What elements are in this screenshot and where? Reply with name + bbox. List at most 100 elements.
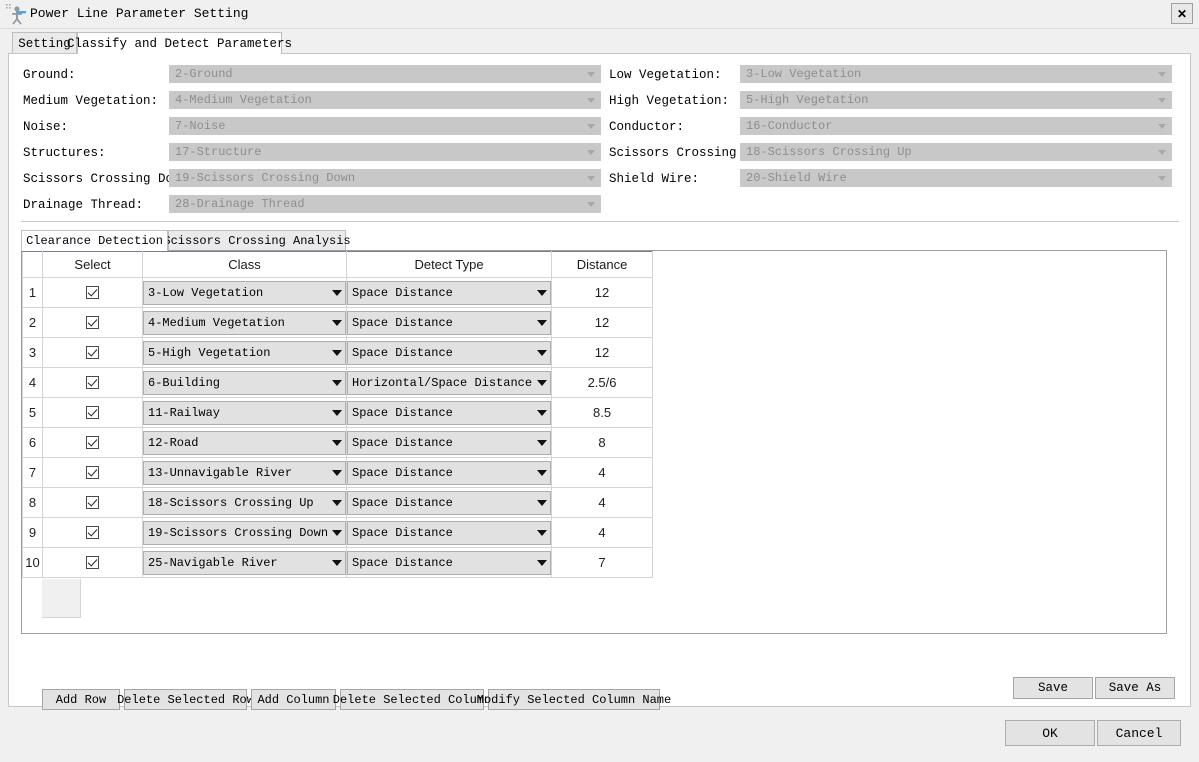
combo-shield-wire[interactable]: 20-Shield Wire [740, 169, 1172, 187]
column-header-detect-type[interactable]: Detect Type [346, 251, 553, 278]
distance-cell[interactable]: 4 [551, 487, 654, 518]
select-checkbox[interactable] [86, 435, 99, 449]
class-cell[interactable]: 11-Railway [141, 397, 348, 428]
cancel-button[interactable]: Cancel [1097, 720, 1181, 746]
save-as-button[interactable]: Save As [1095, 677, 1175, 699]
table-corner-header[interactable] [22, 251, 43, 278]
class-combo[interactable]: 18-Scissors Crossing Up [143, 490, 347, 515]
detect-type-combo[interactable]: Space Distance [347, 430, 552, 455]
class-cell[interactable]: 5-High Vegetation [141, 337, 348, 368]
combo-drainage-thread[interactable]: 28-Drainage Thread [169, 195, 601, 213]
class-cell[interactable]: 18-Scissors Crossing Up [141, 487, 348, 518]
close-icon[interactable]: ✕ [1171, 3, 1193, 24]
select-checkbox-cell[interactable] [42, 277, 143, 308]
tab-clearance-detection[interactable]: Clearance Detection [21, 230, 168, 251]
row-header[interactable]: 3 [22, 337, 43, 368]
class-combo[interactable]: 13-Unnavigable River [143, 460, 347, 485]
table-row[interactable]: 1 3-Low Vegetation Space Distance 12 [22, 277, 654, 308]
class-cell[interactable]: 3-Low Vegetation [141, 277, 348, 308]
class-combo[interactable]: 3-Low Vegetation [143, 280, 347, 305]
select-checkbox-cell[interactable] [42, 307, 143, 338]
detect-type-cell[interactable]: Space Distance [346, 547, 553, 578]
detect-type-cell[interactable]: Space Distance [346, 427, 553, 458]
combo-noise[interactable]: 7-Noise [169, 117, 601, 135]
detect-type-combo[interactable]: Space Distance [347, 550, 552, 575]
class-combo[interactable]: 5-High Vegetation [143, 340, 347, 365]
distance-cell[interactable]: 4 [551, 457, 654, 488]
select-checkbox[interactable] [86, 375, 99, 389]
class-cell[interactable]: 19-Scissors Crossing Down [141, 517, 348, 548]
select-checkbox[interactable] [86, 315, 99, 329]
select-checkbox[interactable] [86, 555, 99, 569]
table-row[interactable]: 7 13-Unnavigable River Space Distance 4 [22, 457, 654, 488]
select-checkbox[interactable] [86, 405, 99, 419]
class-cell[interactable]: 13-Unnavigable River [141, 457, 348, 488]
select-checkbox-cell[interactable] [42, 337, 143, 368]
combo-structures[interactable]: 17-Structure [169, 143, 601, 161]
distance-cell[interactable]: 12 [551, 277, 654, 308]
row-header[interactable]: 1 [22, 277, 43, 308]
column-header-select[interactable]: Select [42, 251, 143, 278]
combo-ground[interactable]: 2-Ground [169, 65, 601, 83]
select-checkbox[interactable] [86, 285, 99, 299]
table-row[interactable]: 5 11-Railway Space Distance 8.5 [22, 397, 654, 428]
detect-type-cell[interactable]: Space Distance [346, 457, 553, 488]
distance-cell[interactable]: 4 [551, 517, 654, 548]
select-checkbox[interactable] [86, 525, 99, 539]
detect-type-combo[interactable]: Space Distance [347, 490, 552, 515]
combo-low-vegetation[interactable]: 3-Low Vegetation [740, 65, 1172, 83]
distance-cell[interactable]: 12 [551, 337, 654, 368]
select-checkbox-cell[interactable] [42, 517, 143, 548]
table-row[interactable]: 3 5-High Vegetation Space Distance 12 [22, 337, 654, 368]
delete-selected-column-button[interactable]: Delete Selected Column [333, 689, 491, 710]
combo-medium-vegetation[interactable]: 4-Medium Vegetation [169, 91, 601, 109]
table-row[interactable]: 2 4-Medium Vegetation Space Distance 12 [22, 307, 654, 338]
distance-cell[interactable]: 2.5/6 [551, 367, 654, 398]
class-cell[interactable]: 12-Road [141, 427, 348, 458]
class-combo[interactable]: 6-Building [143, 370, 347, 395]
class-cell[interactable]: 4-Medium Vegetation [141, 307, 348, 338]
detect-type-cell[interactable]: Space Distance [346, 277, 553, 308]
combo-high-vegetation[interactable]: 5-High Vegetation [740, 91, 1172, 109]
detect-type-cell[interactable]: Space Distance [346, 397, 553, 428]
distance-cell[interactable]: 8.5 [551, 397, 654, 428]
combo-scissors-crossing-down[interactable]: 19-Scissors Crossing Down [169, 169, 601, 187]
select-checkbox-cell[interactable] [42, 427, 143, 458]
table-row[interactable]: 9 19-Scissors Crossing Down Space Distan… [22, 517, 654, 548]
row-header[interactable]: 2 [22, 307, 43, 338]
delete-selected-row-button[interactable]: Delete Selected Row [117, 689, 254, 710]
detect-type-combo[interactable]: Horizontal/Space Distance [347, 370, 552, 395]
column-header-class[interactable]: Class [141, 251, 348, 278]
class-combo[interactable]: 4-Medium Vegetation [143, 310, 347, 335]
modify-selected-column-name-button[interactable]: Modify Selected Column Name [477, 689, 671, 710]
select-checkbox[interactable] [86, 465, 99, 479]
distance-cell[interactable]: 12 [551, 307, 654, 338]
select-checkbox-cell[interactable] [42, 397, 143, 428]
class-combo[interactable]: 11-Railway [143, 400, 347, 425]
class-combo[interactable]: 19-Scissors Crossing Down [143, 520, 347, 545]
row-header[interactable]: 5 [22, 397, 43, 428]
select-checkbox-cell[interactable] [42, 487, 143, 518]
class-combo[interactable]: 25-Navigable River [143, 550, 347, 575]
table-row[interactable]: 4 6-Building Horizontal/Space Distance 2… [22, 367, 654, 398]
detect-type-combo[interactable]: Space Distance [347, 280, 552, 305]
row-header[interactable]: 8 [22, 487, 43, 518]
table-row[interactable]: 8 18-Scissors Crossing Up Space Distance [22, 487, 654, 518]
table-new-row-strip[interactable] [42, 579, 81, 618]
combo-conductor[interactable]: 16-Conductor [740, 117, 1172, 135]
detect-type-combo[interactable]: Space Distance [347, 400, 552, 425]
select-checkbox-cell[interactable] [42, 547, 143, 578]
detect-type-combo[interactable]: Space Distance [347, 340, 552, 365]
distance-cell[interactable]: 8 [551, 427, 654, 458]
distance-cell[interactable]: 7 [551, 547, 654, 578]
row-header[interactable]: 4 [22, 367, 43, 398]
class-combo[interactable]: 12-Road [143, 430, 347, 455]
tab-scissors-crossing-analysis[interactable]: Scissors Crossing Analysis [163, 230, 351, 251]
select-checkbox-cell[interactable] [42, 367, 143, 398]
add-column-button[interactable]: Add Column [251, 689, 336, 710]
table-row[interactable]: 10 25-Navigable River Space Distance 7 [22, 547, 654, 578]
ok-button[interactable]: OK [1005, 720, 1095, 746]
detect-type-combo[interactable]: Space Distance [347, 520, 552, 545]
row-header[interactable]: 10 [22, 547, 43, 578]
detect-type-combo[interactable]: Space Distance [347, 460, 552, 485]
